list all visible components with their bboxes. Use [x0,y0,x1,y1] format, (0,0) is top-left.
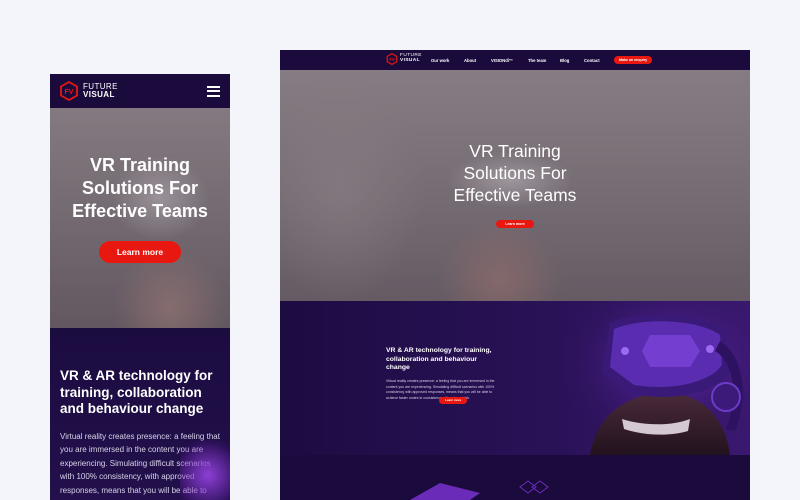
section-learn-more-button[interactable]: Learn more [439,396,468,404]
nav-item-blog[interactable]: Blog [560,58,584,63]
vr-headset-image [550,301,750,455]
nav-item-about[interactable]: About [464,58,491,63]
desktop-bottom-section [280,455,750,500]
mobile-intro-section: VR & AR technology for training, collabo… [50,328,230,500]
svg-text:FV: FV [65,89,74,96]
mobile-mockup: FV FUTURE VISUAL VR Training Solutions F… [50,74,230,500]
decorative-shapes [410,480,549,500]
nav-item-our-work[interactable]: Our work [431,58,464,63]
hero-title: VR Training Solutions For Effective Team… [72,155,208,221]
fv-logo-icon: FV [386,53,398,65]
nav-item-contact[interactable]: Contact [584,58,614,63]
logo-line2: VISUAL [83,90,115,99]
enquiry-button[interactable]: Make an enquiry [614,56,653,64]
nav-menu: Our work About VISIONdi™ The team Blog C… [431,50,614,70]
section-title: VR & AR technology for training, collabo… [60,368,213,416]
hamburger-icon[interactable] [207,85,220,97]
intro-text-block: VR & AR technology for training, collabo… [386,347,496,404]
logo-line2: VISUAL [400,58,420,63]
mobile-hero: VR Training Solutions For Effective Team… [50,108,230,328]
fv-logo-icon: FV [59,81,79,101]
section-title: VR & AR technology for training, collabo… [386,347,492,372]
logo[interactable]: FV FUTURE VISUAL [386,53,422,65]
decorative-glow [180,440,230,500]
learn-more-button[interactable]: Learn more [496,220,534,228]
logo-text: FUTURE VISUAL [83,83,118,99]
svg-text:FV: FV [389,57,395,62]
nav-item-visiondi[interactable]: VISIONdi™ [491,58,528,63]
logo[interactable]: FV FUTURE VISUAL [59,81,118,101]
nav-item-the-team[interactable]: The team [528,58,560,63]
logo-text: FUTURE VISUAL [400,53,422,64]
hero-title: VR Training Solutions For Effective Team… [453,141,577,205]
desktop-intro-section: VR & AR technology for training, collabo… [280,301,750,455]
mobile-navbar: FV FUTURE VISUAL [50,74,230,108]
desktop-mockup: FV FUTURE VISUAL Our work About VISIONdi… [280,50,750,500]
desktop-navbar: FV FUTURE VISUAL Our work About VISIONdi… [280,50,750,70]
desktop-hero: VR Training Solutions For Effective Team… [280,70,750,301]
learn-more-button[interactable]: Learn more [98,241,182,263]
